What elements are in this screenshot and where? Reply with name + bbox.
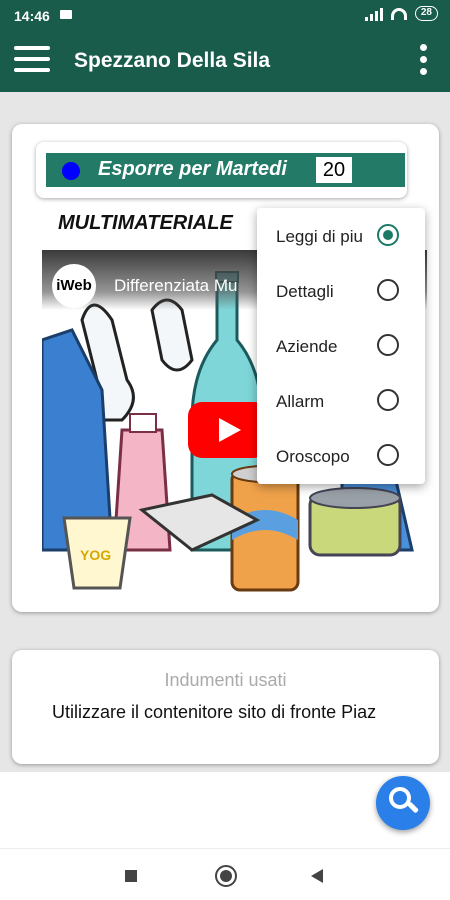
menu-item-oroscopo[interactable]: Oroscopo: [257, 428, 425, 483]
collection-banner: Esporre per Martedi 20: [36, 142, 407, 198]
menu-item-label: Leggi di piu: [276, 227, 363, 246]
info-card-title: Indumenti usati: [164, 670, 287, 690]
radio-icon[interactable]: [377, 444, 399, 466]
collection-day-number: 20: [316, 157, 352, 183]
menu-item-label: Allarm: [276, 392, 325, 411]
more-options-icon[interactable]: [420, 44, 428, 80]
collection-day-label: Esporre per Martedi: [98, 158, 287, 180]
signal-icon: [364, 7, 383, 21]
video-title: Differenziata Mu: [114, 276, 238, 295]
wifi-icon: [390, 7, 407, 20]
recents-icon[interactable]: [125, 870, 137, 882]
menu-item-leggi-di-piu[interactable]: Leggi di piu: [257, 208, 425, 263]
app-title: Spezzano Della Sila: [74, 49, 271, 72]
status-icons: 28: [364, 6, 438, 21]
info-card-text: Utilizzare il contenitore sito di fronte…: [52, 702, 377, 722]
radio-icon[interactable]: [377, 334, 399, 356]
back-icon[interactable]: [311, 869, 323, 883]
menu-icon[interactable]: [14, 46, 50, 76]
menu-item-label: Oroscopo: [276, 447, 350, 466]
menu-item-allarm[interactable]: Allarm: [257, 373, 425, 428]
status-time: 14:46: [14, 8, 50, 24]
color-dot-icon: [62, 162, 80, 180]
banner-bar: Esporre per Martedi 20: [46, 153, 405, 187]
menu-item-label: Aziende: [276, 337, 338, 356]
radio-icon[interactable]: [377, 389, 399, 411]
menu-item-label: Dettagli: [276, 282, 334, 301]
home-icon[interactable]: [215, 865, 237, 887]
radio-icon[interactable]: [377, 279, 399, 301]
options-popup-menu: Leggi di piu Dettagli Aziende Allarm Oro…: [257, 208, 425, 484]
menu-item-dettagli[interactable]: Dettagli: [257, 263, 425, 318]
channel-logo: iWeb: [52, 264, 96, 308]
radio-selected-icon[interactable]: [377, 224, 399, 246]
menu-item-aziende[interactable]: Aziende: [257, 318, 425, 373]
material-title: MULTIMATERIALE: [58, 212, 233, 234]
search-button[interactable]: [376, 776, 430, 830]
app-bar: Spezzano Della Sila: [0, 32, 450, 92]
svg-text:YOG: YOG: [80, 547, 111, 563]
info-card[interactable]: Indumenti usati Utilizzare il contenitor…: [12, 650, 439, 764]
play-icon[interactable]: [188, 402, 268, 458]
status-bar: 14:46 28: [0, 0, 450, 32]
system-nav-bar: [0, 848, 450, 900]
battery-indicator: 28: [414, 6, 438, 21]
mail-notification-icon: [60, 10, 72, 19]
